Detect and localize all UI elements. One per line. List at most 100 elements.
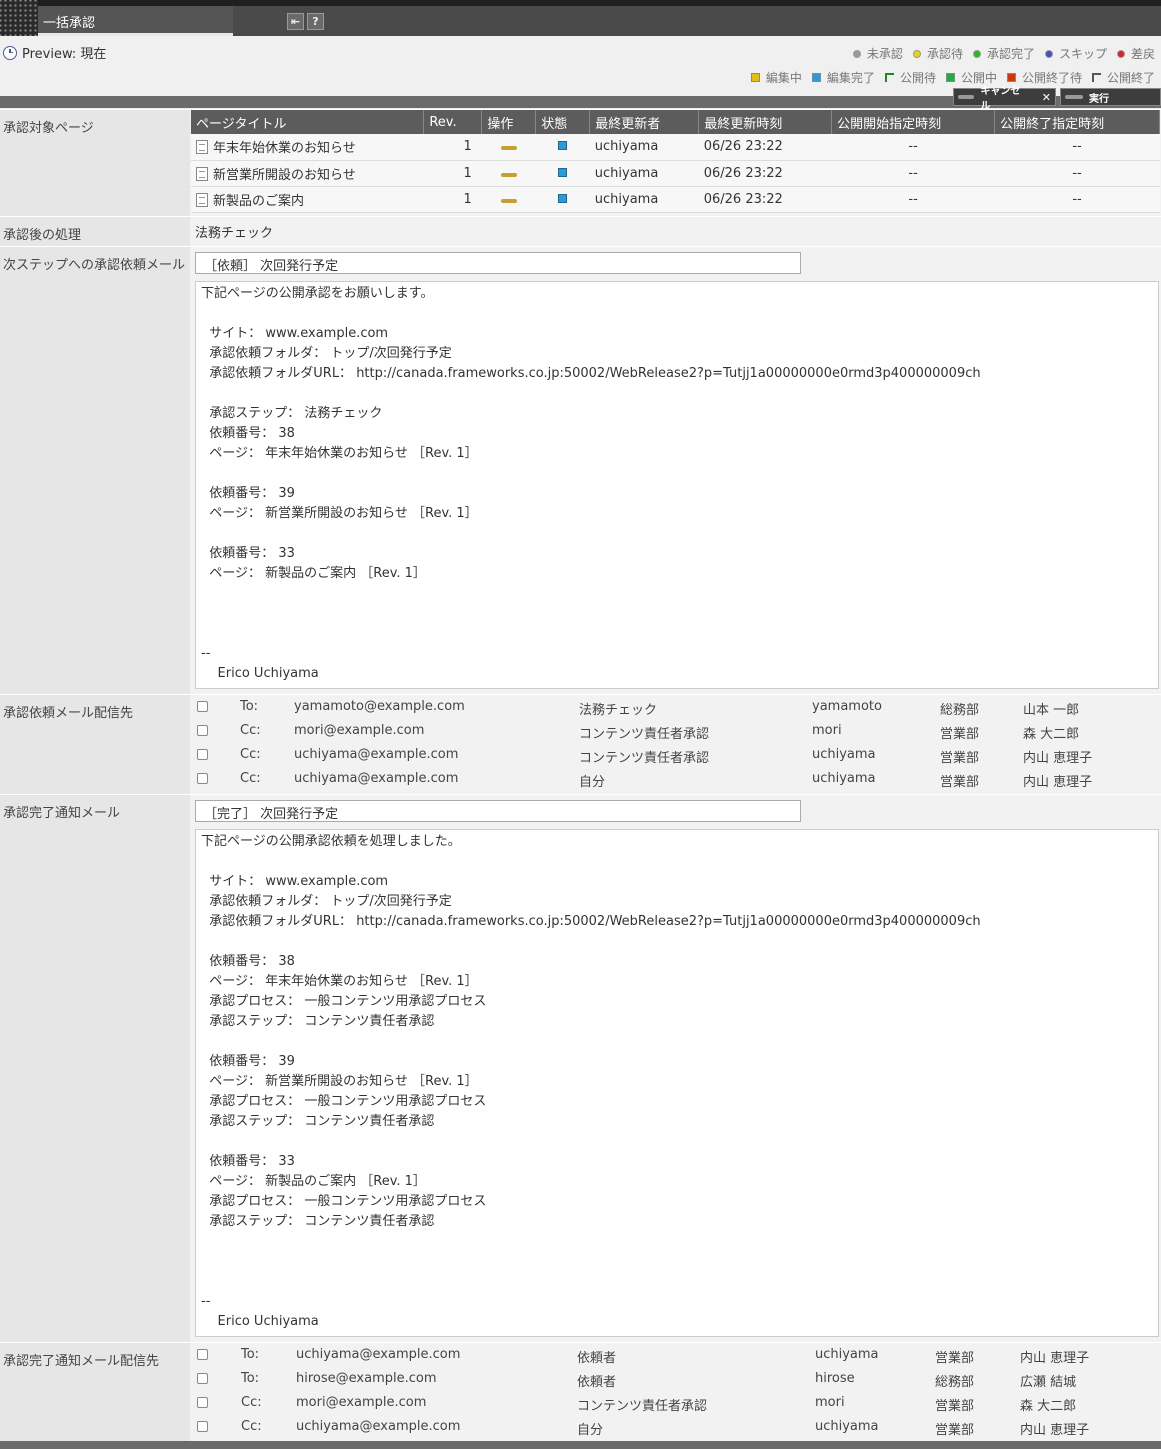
user-cell: uchiyama (589, 186, 699, 213)
page-title[interactable]: 新営業所開設のお知らせ (213, 168, 356, 183)
row-target-pages: 承認対象ページ ページタイトル Rev. 操作 状態 最終更新者 最終更新時刻 公開開始指定… (0, 109, 1161, 216)
back-icon[interactable]: ⇤ (287, 13, 304, 30)
page-title[interactable]: 新製品のご案内 (213, 194, 304, 209)
window-tab[interactable]: 一括承認 (38, 6, 233, 36)
status-edit-complete-icon (558, 193, 568, 203)
recipient-checkbox[interactable] (197, 1421, 208, 1432)
table-row[interactable]: 新製品のご案内 1 uchiyama 06/26 23:22 -- -- (191, 186, 1160, 213)
status-dot-icon (972, 49, 981, 58)
user-cell: uchiyama (589, 134, 699, 161)
recipient-checkbox[interactable] (197, 1397, 208, 1408)
window-title: 一括承認 (43, 16, 96, 31)
recipient-name: 内山 恵理子 (1023, 775, 1093, 790)
recipient-user: yamamoto (812, 699, 882, 714)
legend-label: 未承認 (866, 47, 903, 61)
recipient-type: Cc: (240, 723, 261, 738)
status-square-icon (945, 73, 955, 82)
status-dot-icon (852, 49, 861, 58)
recipient-name: 広瀬 結城 (1020, 1375, 1077, 1390)
status-square-icon (811, 73, 821, 82)
bottom-bar (0, 1441, 1161, 1449)
column-header[interactable]: ページタイトル (191, 110, 425, 134)
recipient-type: To: (241, 1347, 260, 1362)
corner-icon (1091, 73, 1101, 82)
recipient-role: コンテンツ責任者承認 (579, 727, 710, 742)
start-cell: -- (831, 186, 995, 213)
row-after-approval: 承認後の処理 法務チェック (0, 216, 1161, 246)
recipient-checkbox[interactable] (197, 725, 208, 736)
column-header[interactable]: 最終更新者 (589, 110, 700, 134)
page-icon (196, 192, 208, 207)
edit-icon[interactable] (500, 198, 517, 203)
status-cell (535, 134, 590, 161)
completion-mail-subject-input[interactable]: ［完了］ 次回発行予定 (195, 800, 801, 822)
legend-label: 差戻 (1130, 47, 1155, 61)
legend-item: 承認完了 (972, 45, 1035, 62)
legend-item: 編集完了 (811, 69, 875, 86)
page-title[interactable]: 年末年始休業のお知らせ (213, 141, 356, 156)
completion-mail-body-textarea[interactable]: 下記ページの公開承認依頼を処理しました。 サイト： www.example.co… (195, 829, 1159, 1337)
row-completion-recipients: 承認完了通知メール配信先 To: uchiyama@example.com 依頼者 u… (0, 1342, 1161, 1441)
status-cell (535, 186, 590, 213)
legend-label: スキップ (1058, 47, 1107, 61)
close-icon: ✕ (1041, 90, 1051, 104)
next-mail-subject-input[interactable]: ［依頼］ 次回発行予定 (195, 252, 801, 274)
recipient-row: Cc: uchiyama@example.com コンテンツ責任者承認 uchiyam… (190, 744, 1161, 768)
status-dot-icon (912, 49, 921, 58)
recipient-row: To: yamamoto@example.com 法務チェック yamamoto 総務部… (190, 696, 1161, 720)
legend-label: 編集中 (765, 71, 802, 85)
table-row[interactable]: 年末年始休業のお知らせ 1 uchiyama 06/26 23:22 -- -- (191, 134, 1160, 161)
cancel-button[interactable]: キャンセル ✕ (953, 86, 1056, 112)
recipient-checkbox[interactable] (197, 773, 208, 784)
column-header[interactable]: 公開終了指定時刻 (994, 110, 1160, 134)
recipient-role: コンテンツ責任者承認 (577, 1399, 708, 1414)
column-header[interactable]: 最終更新時刻 (698, 110, 833, 134)
column-header[interactable]: 状態 (535, 110, 591, 134)
start-cell: -- (831, 160, 995, 187)
recipient-email: hirose@example.com (296, 1371, 437, 1386)
recipient-checkbox[interactable] (197, 749, 208, 760)
recipient-checkbox[interactable] (197, 1373, 208, 1384)
status-square-icon (750, 73, 760, 82)
help-icon[interactable]: ? (307, 13, 324, 30)
app-menu-icon[interactable] (0, 0, 38, 36)
recipient-role: コンテンツ責任者承認 (579, 751, 710, 766)
edit-icon[interactable] (500, 146, 517, 151)
user-cell: uchiyama (589, 160, 699, 187)
page-icon (196, 140, 208, 155)
legend-label: 承認待 (926, 47, 963, 61)
operation-cell (481, 160, 536, 187)
recipient-email: mori@example.com (294, 723, 425, 738)
table-row[interactable]: 新営業所開設のお知らせ 1 uchiyama 06/26 23:22 -- -- (191, 160, 1160, 187)
end-cell: -- (994, 186, 1160, 213)
edit-icon[interactable] (500, 172, 517, 177)
legend-label: 公開待 (899, 71, 936, 85)
column-header[interactable]: 公開開始指定時刻 (831, 110, 996, 134)
recipient-user: hirose (815, 1371, 855, 1386)
execute-button[interactable]: 実行 (1060, 88, 1161, 106)
action-buttons: キャンセル ✕ 実行 (953, 86, 1161, 112)
time-cell: 06/26 23:22 (698, 134, 832, 161)
button-bar-icon (1065, 95, 1083, 99)
legend-item: スキップ (1044, 45, 1107, 62)
page-title-cell[interactable]: 新製品のご案内 (191, 186, 424, 213)
next-mail-body-textarea[interactable]: 下記ページの公開承認をお願いします。 サイト： www.example.com … (195, 281, 1159, 689)
recipient-name: 森 大二郎 (1023, 727, 1080, 742)
column-header[interactable]: 操作 (481, 110, 537, 134)
execute-label: 実行 (1089, 93, 1109, 105)
recipient-dept: 営業部 (940, 727, 980, 742)
recipient-checkbox[interactable] (197, 701, 208, 712)
recipient-dept: 営業部 (935, 1399, 975, 1414)
title-bar: 一括承認 ⇤ ? (0, 0, 1161, 36)
recipient-checkbox[interactable] (197, 1349, 208, 1360)
row-content: 法務チェック (190, 217, 1161, 246)
page-title-cell[interactable]: 新営業所開設のお知らせ (191, 160, 424, 187)
button-bar-icon (958, 95, 975, 99)
row-content: ［完了］ 次回発行予定 下記ページの公開承認依頼を処理しました。 サイト： ww… (190, 795, 1161, 1342)
recipient-role: 法務チェック (579, 703, 658, 718)
page-title-cell[interactable]: 年末年始休業のお知らせ (191, 134, 424, 161)
recipient-dept: 総務部 (940, 703, 980, 718)
recipient-row: To: hirose@example.com 依頼者 hirose 総務部 広瀬 結城 (190, 1368, 1161, 1392)
recipient-dept: 営業部 (940, 751, 980, 766)
column-header[interactable]: Rev. (423, 110, 483, 134)
